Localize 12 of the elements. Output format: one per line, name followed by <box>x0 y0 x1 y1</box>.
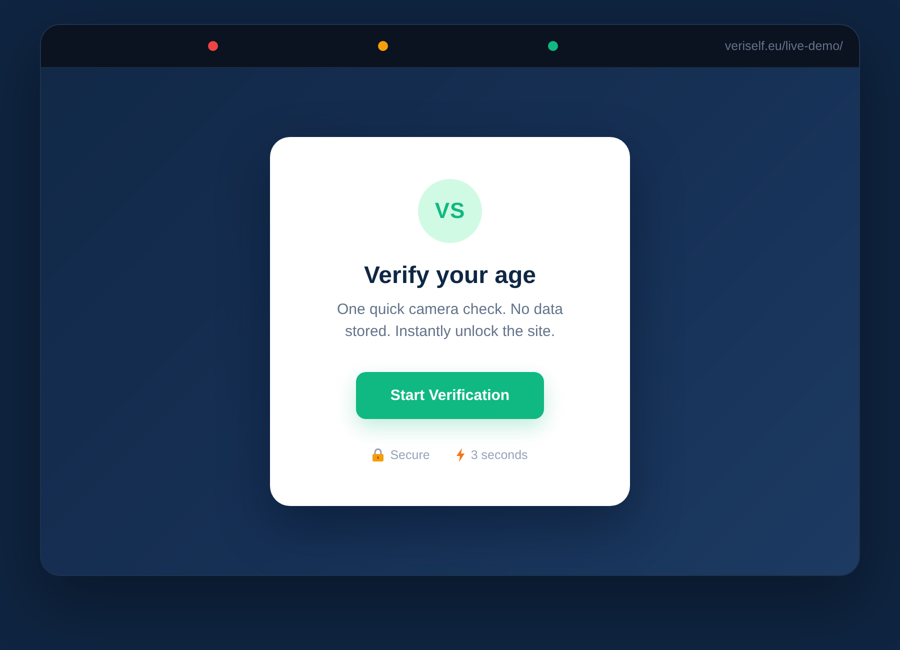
url-text: veriself.eu/live-demo/ <box>724 39 843 53</box>
card-title: Verify your age <box>364 261 536 291</box>
window-control-dot[interactable] <box>208 41 218 51</box>
feature-label: 3 seconds <box>470 448 528 462</box>
lightning-icon <box>456 448 465 462</box>
feature-label: Secure <box>390 448 430 462</box>
logo: VS <box>418 179 482 243</box>
lock-icon <box>372 448 384 462</box>
start-verification-button[interactable]: Start Verification <box>356 372 544 419</box>
card-description: One quick camera check. No data stored. Instantly unlock the site. <box>336 300 564 342</box>
window-control-dot[interactable] <box>548 41 558 51</box>
window-control-dot[interactable] <box>378 41 388 51</box>
